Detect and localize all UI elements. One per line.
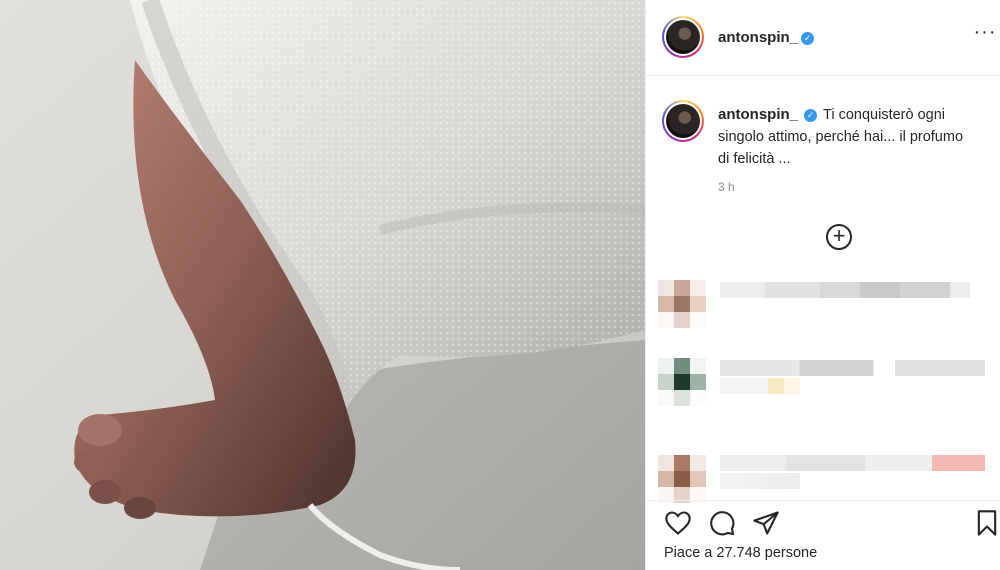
verified-badge-icon: ✓ [804, 109, 818, 122]
action-bar [646, 500, 1000, 540]
blurred-comment-text [720, 360, 985, 376]
likes-count[interactable]: Piace a 27.748 persone [664, 545, 817, 561]
baby-foot-photo [0, 0, 645, 570]
blurred-comment-text [720, 473, 800, 489]
comment-bubble-icon[interactable] [708, 509, 736, 537]
post-sidebar: antonspin_ ✓ ··· antonspin_ ✓ Ti conquister… [645, 0, 1000, 570]
bookmark-icon[interactable] [973, 509, 1000, 537]
post-photo [0, 0, 645, 570]
plus-circle-icon[interactable]: + [826, 224, 852, 250]
blurred-avatar[interactable] [658, 358, 706, 406]
caption-avatar[interactable] [662, 100, 704, 142]
post-header: antonspin_ ✓ ··· [646, 0, 1000, 76]
paper-plane-icon[interactable] [752, 509, 780, 537]
blurred-avatar[interactable] [658, 280, 706, 328]
comment-row [646, 280, 1000, 340]
heart-icon[interactable] [664, 509, 692, 537]
more-options-icon[interactable]: ··· [973, 22, 997, 46]
author-username[interactable]: antonspin_ ✓ [718, 29, 815, 47]
blurred-comment-text [720, 378, 800, 394]
blurred-comment-text [720, 282, 970, 298]
post-timestamp[interactable]: 3 h [718, 180, 735, 194]
author-avatar[interactable] [662, 16, 704, 58]
comment-row [646, 358, 1000, 418]
verified-badge-icon: ✓ [801, 32, 815, 45]
caption: antonspin_ ✓ Ti conquisterò ogni singolo a… [718, 104, 978, 170]
blurred-avatar[interactable] [658, 455, 706, 503]
caption-username[interactable]: antonspin_ [718, 106, 798, 123]
blurred-comment-text [720, 455, 985, 471]
